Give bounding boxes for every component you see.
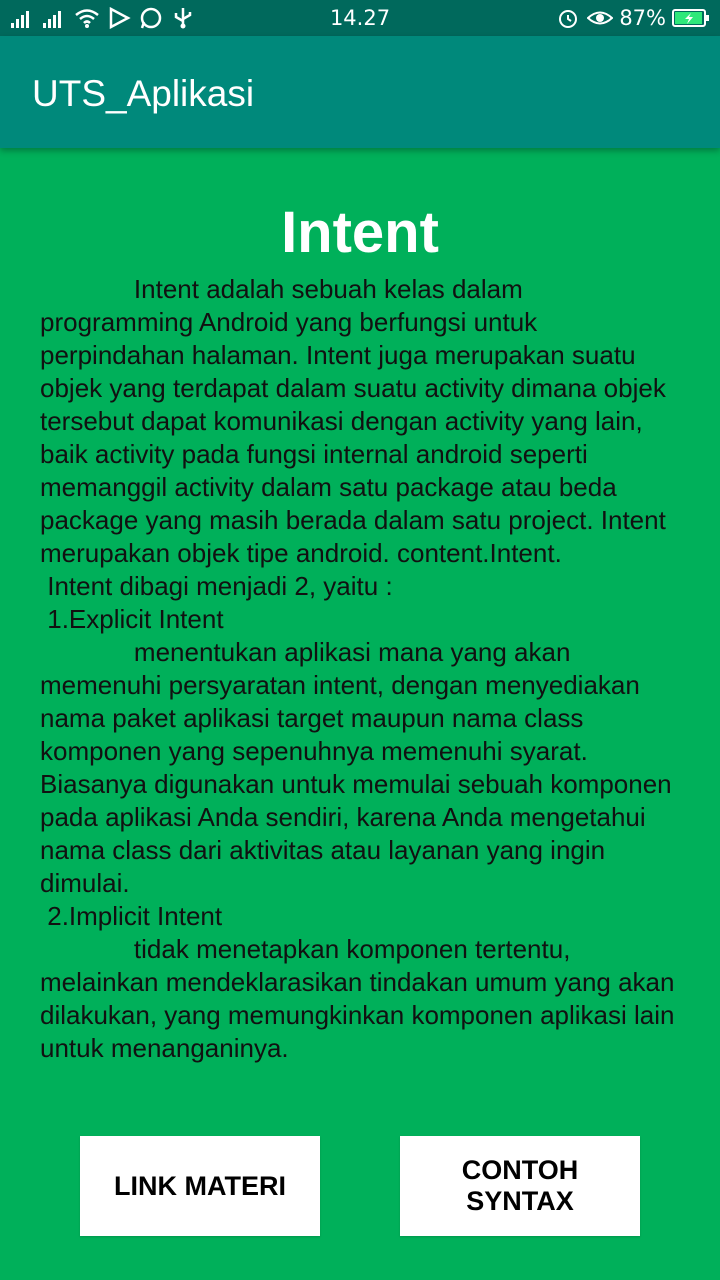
paragraph-implicit: tidak menetapkan komponen tertentu, mela…	[40, 934, 682, 1063]
content-area: Intent Intent adalah sebuah kelas dalam …	[40, 195, 680, 1065]
paragraph-definition: Intent adalah sebuah kelas dalam program…	[40, 274, 674, 568]
contoh-syntax-button[interactable]: CONTOH SYNTAX	[400, 1136, 640, 1236]
eye-icon	[587, 7, 614, 29]
paragraph-explicit: menentukan aplikasi mana yang akan memen…	[40, 637, 679, 898]
subheading-explicit: 1.Explicit Intent	[40, 604, 224, 634]
app-bar: UTS_Aplikasi	[0, 36, 720, 148]
link-materi-button[interactable]: LINK MATERI	[80, 1136, 320, 1236]
subheading-implicit: 2.Implicit Intent	[40, 901, 223, 931]
status-bar: 14.27 87%	[0, 0, 720, 36]
battery-charging-icon	[672, 7, 710, 29]
paragraph-division: Intent dibagi menjadi 2, yaitu :	[40, 571, 393, 601]
status-icons-right: 87%	[555, 4, 710, 32]
battery-percent: 87%	[619, 6, 666, 30]
alarm-icon	[555, 7, 581, 29]
page-title: Intent	[281, 200, 439, 265]
app-title: UTS_Aplikasi	[32, 73, 255, 114]
